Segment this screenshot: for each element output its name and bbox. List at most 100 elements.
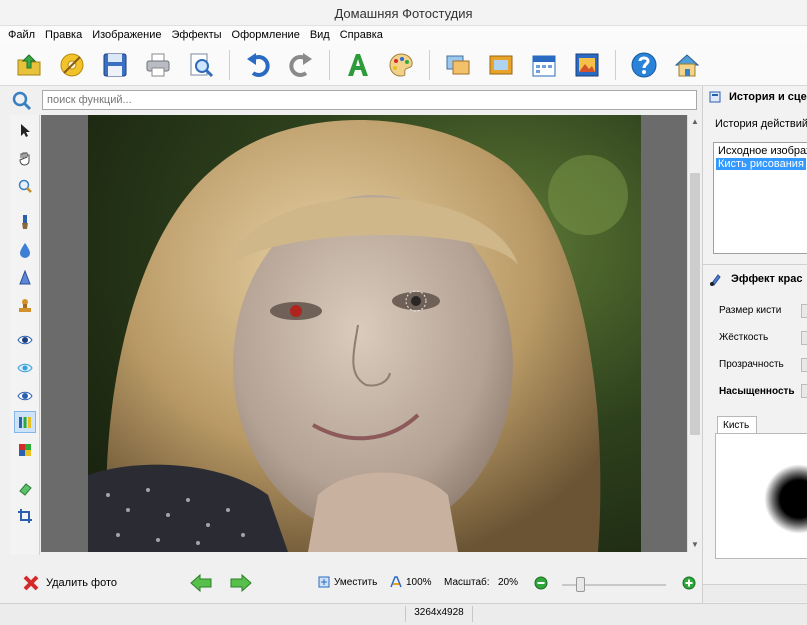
effect-panel-header[interactable]: Эффект крас (703, 268, 807, 290)
app-window: Домашняя Фотостудия Файл Правка Изображе… (0, 0, 807, 625)
house-icon (674, 53, 700, 76)
zoom-in-icon (682, 576, 696, 590)
status-bar: 3264x4928 (0, 603, 807, 625)
preview-button[interactable] (186, 50, 216, 80)
zoom-out-icon (534, 576, 548, 590)
zoom-100-label: 100% (406, 576, 432, 588)
pointer-tool[interactable] (14, 119, 36, 141)
function-search-input[interactable] (42, 90, 697, 110)
tools-palette (10, 115, 40, 555)
open-button[interactable] (14, 50, 44, 80)
blur-tool[interactable] (14, 239, 36, 261)
toolbar-separator (429, 49, 430, 80)
delete-photo-button[interactable]: Удалить фото (22, 574, 117, 592)
next-photo-button[interactable] (230, 573, 252, 593)
fit-label: Уместить (334, 576, 378, 588)
menu-image[interactable]: Изображение (92, 29, 161, 41)
menu-edit[interactable]: Правка (45, 29, 82, 41)
status-divider (472, 606, 473, 622)
main-toolbar (0, 44, 807, 86)
menu-file[interactable]: Файл (8, 29, 35, 41)
text-button[interactable] (343, 50, 373, 80)
history-item-original[interactable]: Исходное изображ (716, 145, 807, 157)
menu-design[interactable]: Оформление (232, 29, 300, 41)
history-panel-header[interactable]: История и сце (703, 86, 807, 108)
fit-button[interactable]: Уместить (318, 576, 377, 588)
menu-help[interactable]: Справка (340, 29, 383, 41)
zoom-slider-thumb[interactable] (576, 577, 585, 592)
previous-photo-button[interactable] (190, 573, 212, 593)
transparency-slider[interactable] (801, 358, 807, 372)
brush-size-slider[interactable] (801, 304, 807, 318)
undo-icon (247, 52, 270, 77)
hardness-slider[interactable] (801, 331, 807, 345)
effect-panel-title: Эффект крас (731, 273, 803, 285)
effects-button[interactable] (57, 50, 87, 80)
collage-button[interactable] (443, 50, 473, 80)
print-button[interactable] (143, 50, 173, 80)
window-title: Домашняя Фотостудия (334, 6, 473, 21)
title-bar: Домашняя Фотостудия (0, 0, 807, 26)
arrow-right-icon (230, 573, 252, 593)
brush-icon (22, 215, 28, 229)
canvas-vertical-scrollbar[interactable]: ▲ ▼ (687, 115, 702, 552)
function-search-row (0, 86, 702, 114)
save-icon (103, 53, 127, 76)
redo-button[interactable] (286, 50, 316, 80)
zoom-100-button[interactable]: 100% (390, 576, 432, 588)
eraser-tool[interactable] (14, 477, 36, 499)
panel-footer (703, 584, 807, 602)
brush-tab[interactable]: Кисть (717, 416, 757, 434)
eraser-icon (19, 483, 32, 496)
panel-divider (703, 264, 807, 265)
eye-blue-icon (17, 363, 33, 373)
scroll-down-icon[interactable]: ▼ (691, 540, 699, 549)
zoom-out-button[interactable] (534, 576, 548, 590)
search-icon (12, 91, 32, 111)
history-item-brush[interactable]: Кисть рисования (716, 158, 806, 170)
frame-button[interactable] (486, 50, 516, 80)
help-button[interactable] (629, 50, 659, 80)
levels-tool[interactable] (14, 411, 36, 433)
menu-effects[interactable]: Эффекты (172, 29, 222, 41)
scroll-up-icon[interactable]: ▲ (691, 117, 699, 126)
history-list[interactable]: Исходное изображ Кисть рисования (713, 142, 807, 254)
calendar-button[interactable] (529, 50, 559, 80)
colors-tool[interactable] (14, 439, 36, 461)
stamp-tool[interactable] (14, 295, 36, 317)
crop-tool[interactable] (14, 505, 36, 527)
eye-enhance-tool[interactable] (14, 385, 36, 407)
redeye-tool[interactable] (14, 329, 36, 351)
eye-icon (17, 335, 33, 345)
zoom-tool[interactable] (14, 175, 36, 197)
redo-icon (289, 52, 312, 77)
hand-icon (19, 152, 30, 166)
sharpen-tool[interactable] (14, 267, 36, 289)
photo-canvas[interactable] (41, 115, 687, 552)
zoom-icon (18, 179, 32, 193)
right-panel: История и сце История действий Исходное … (702, 86, 807, 603)
undo-button[interactable] (243, 50, 273, 80)
scale-label: Масштаб: (444, 577, 490, 588)
menu-bar: Файл Правка Изображение Эффекты Оформлен… (0, 26, 807, 44)
scroll-thumb[interactable] (690, 173, 700, 435)
zoom-in-button[interactable] (682, 576, 696, 590)
hardness-label: Жёсткость (719, 332, 769, 343)
hand-tool[interactable] (14, 147, 36, 169)
print-icon (146, 53, 170, 76)
portrait-photo (88, 115, 641, 552)
brush-tool[interactable] (14, 211, 36, 233)
zoom-actual-icon (390, 576, 402, 588)
eye-tool[interactable] (14, 357, 36, 379)
postcard-button[interactable] (572, 50, 602, 80)
menu-view[interactable]: Вид (310, 29, 330, 41)
save-button[interactable] (100, 50, 130, 80)
brush-preview-dot (764, 464, 807, 534)
saturation-slider[interactable] (801, 384, 807, 398)
fit-icon (318, 576, 330, 588)
saturation-label: Насыщенность (719, 386, 795, 397)
collage-icon (446, 55, 470, 74)
palette-button[interactable] (386, 50, 416, 80)
home-button[interactable] (672, 50, 702, 80)
arrow-left-icon (190, 573, 212, 593)
